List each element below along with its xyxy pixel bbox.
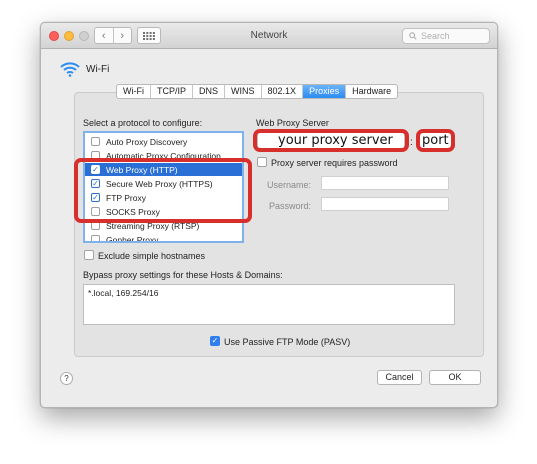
cancel-button[interactable]: Cancel: [377, 370, 422, 385]
exclude-simple-label: Exclude simple hostnames: [98, 251, 206, 261]
protocol-checkbox[interactable]: [91, 137, 100, 146]
requires-password-checkbox[interactable]: [257, 157, 267, 167]
protocol-label: Gopher Proxy: [106, 234, 159, 243]
tab-bar: Wi-Fi TCP/IP DNS WINS 802.1X Proxies Har…: [116, 84, 399, 99]
tab-wins[interactable]: WINS: [224, 85, 261, 98]
password-label: Password:: [269, 201, 312, 211]
search-placeholder: Search: [421, 31, 450, 41]
passive-ftp-label: Use Passive FTP Mode (PASV): [224, 337, 351, 347]
protocol-checkbox[interactable]: [91, 235, 100, 241]
protocol-label: Auto Proxy Discovery: [106, 136, 188, 147]
tab-hardware[interactable]: Hardware: [345, 85, 397, 98]
title-bar: ‹ › Network Search: [41, 23, 497, 49]
bypass-value: *.local, 169.254/16: [88, 288, 159, 298]
search-field[interactable]: Search: [402, 28, 490, 44]
protocol-list-heading: Select a protocol to configure:: [83, 118, 203, 128]
tab-dns[interactable]: DNS: [192, 85, 224, 98]
proxy-port-value: port: [422, 133, 449, 148]
tab-proxies[interactable]: Proxies: [302, 85, 346, 98]
search-icon: [409, 32, 417, 40]
username-field[interactable]: [321, 176, 449, 190]
protocol-gopher-proxy[interactable]: Gopher Proxy: [85, 233, 242, 243]
port-separator: :: [410, 137, 413, 148]
tab-tcpip[interactable]: TCP/IP: [150, 85, 192, 98]
interface-name: Wi-Fi: [86, 63, 110, 75]
exclude-simple-checkbox[interactable]: [84, 250, 94, 260]
bypass-label: Bypass proxy settings for these Hosts & …: [83, 270, 283, 280]
tab-8021x[interactable]: 802.1X: [260, 85, 303, 98]
help-button[interactable]: ?: [60, 372, 73, 385]
wifi-icon: [60, 62, 80, 77]
ok-button[interactable]: OK: [429, 370, 481, 385]
protocol-auto-discovery[interactable]: Auto Proxy Discovery: [85, 135, 242, 148]
bypass-textarea[interactable]: *.local, 169.254/16: [83, 284, 455, 325]
annotation-highlight-protocols: [74, 158, 252, 223]
proxy-host-value: your proxy server: [278, 133, 393, 148]
username-label: Username:: [267, 180, 312, 190]
password-field[interactable]: [321, 197, 449, 211]
requires-password-label: Proxy server requires password: [271, 158, 398, 168]
server-heading: Web Proxy Server: [256, 118, 329, 128]
tab-wifi[interactable]: Wi-Fi: [117, 85, 150, 98]
passive-ftp-checkbox[interactable]: ✓: [210, 336, 220, 346]
interface-header: Wi-Fi: [59, 61, 109, 77]
network-window: ‹ › Network Search Wi-Fi Wi-Fi TCP/IP DN…: [40, 22, 498, 408]
